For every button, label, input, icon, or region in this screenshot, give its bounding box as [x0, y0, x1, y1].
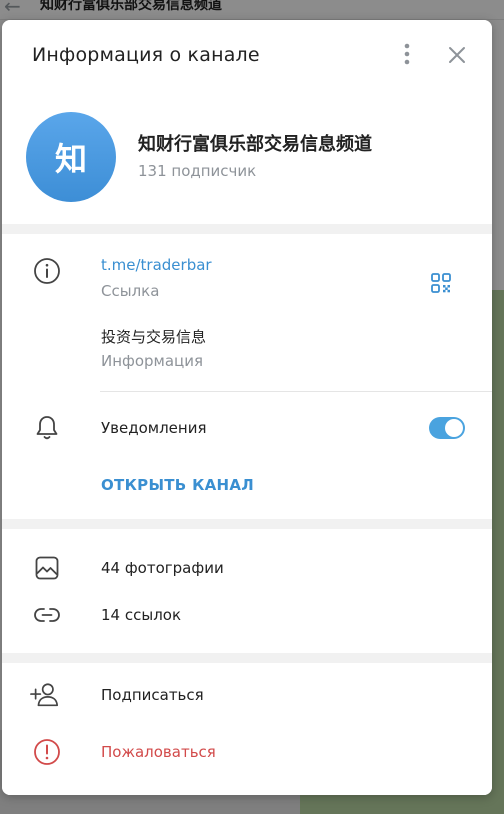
more-vertical-icon — [404, 43, 410, 65]
photo-icon — [32, 553, 62, 583]
channel-description-label: Информация — [101, 352, 204, 370]
links-count-link[interactable]: 14 ссылок — [101, 606, 181, 624]
photos-count-link[interactable]: 44 фотографии — [101, 559, 224, 577]
channel-name: 知财行富俱乐部交易信息频道 — [138, 134, 372, 155]
subscribe-button[interactable]: Подписаться — [101, 686, 204, 704]
shared-media-section: 44 фотографии 14 ссылок — [2, 529, 492, 653]
notifications-toggle[interactable] — [429, 417, 465, 439]
report-button[interactable]: Пожаловаться — [101, 743, 216, 761]
channel-description: 投资与交易信息 — [101, 328, 207, 346]
channel-info-section: t.me/traderbar Ссылка 投资与交易信息 Информация — [2, 234, 492, 519]
report-icon — [32, 737, 62, 767]
dialog-title: Информация о канале — [32, 44, 260, 66]
info-divider — [100, 391, 492, 392]
channel-info-dialog: Информация о канале 知 知财行富俱乐部交易信息频道 131 … — [2, 20, 492, 795]
avatar-letter: 知 — [54, 140, 87, 178]
link-icon — [32, 600, 62, 630]
subscriber-count: 131 подписчик — [138, 162, 257, 180]
close-button[interactable] — [442, 40, 472, 70]
notifications-label: Уведомления — [101, 419, 207, 437]
toggle-knob — [445, 419, 463, 437]
bell-icon — [32, 413, 62, 443]
more-menu-button[interactable] — [396, 38, 418, 70]
channel-link-label: Ссылка — [101, 282, 160, 300]
qr-code-icon — [431, 273, 451, 293]
qr-code-button[interactable] — [426, 268, 456, 298]
add-user-icon — [30, 680, 60, 710]
channel-link[interactable]: t.me/traderbar — [101, 256, 212, 274]
open-channel-button[interactable]: ОТКРЫТЬ КАНАЛ — [101, 476, 254, 494]
close-icon — [449, 47, 465, 63]
channel-avatar[interactable]: 知 — [26, 112, 116, 202]
actions-section: Подписаться Пожаловаться — [2, 663, 492, 795]
dialog-header-section: Информация о канале 知 知财行富俱乐部交易信息频道 131 … — [2, 20, 492, 224]
info-icon — [32, 256, 62, 286]
